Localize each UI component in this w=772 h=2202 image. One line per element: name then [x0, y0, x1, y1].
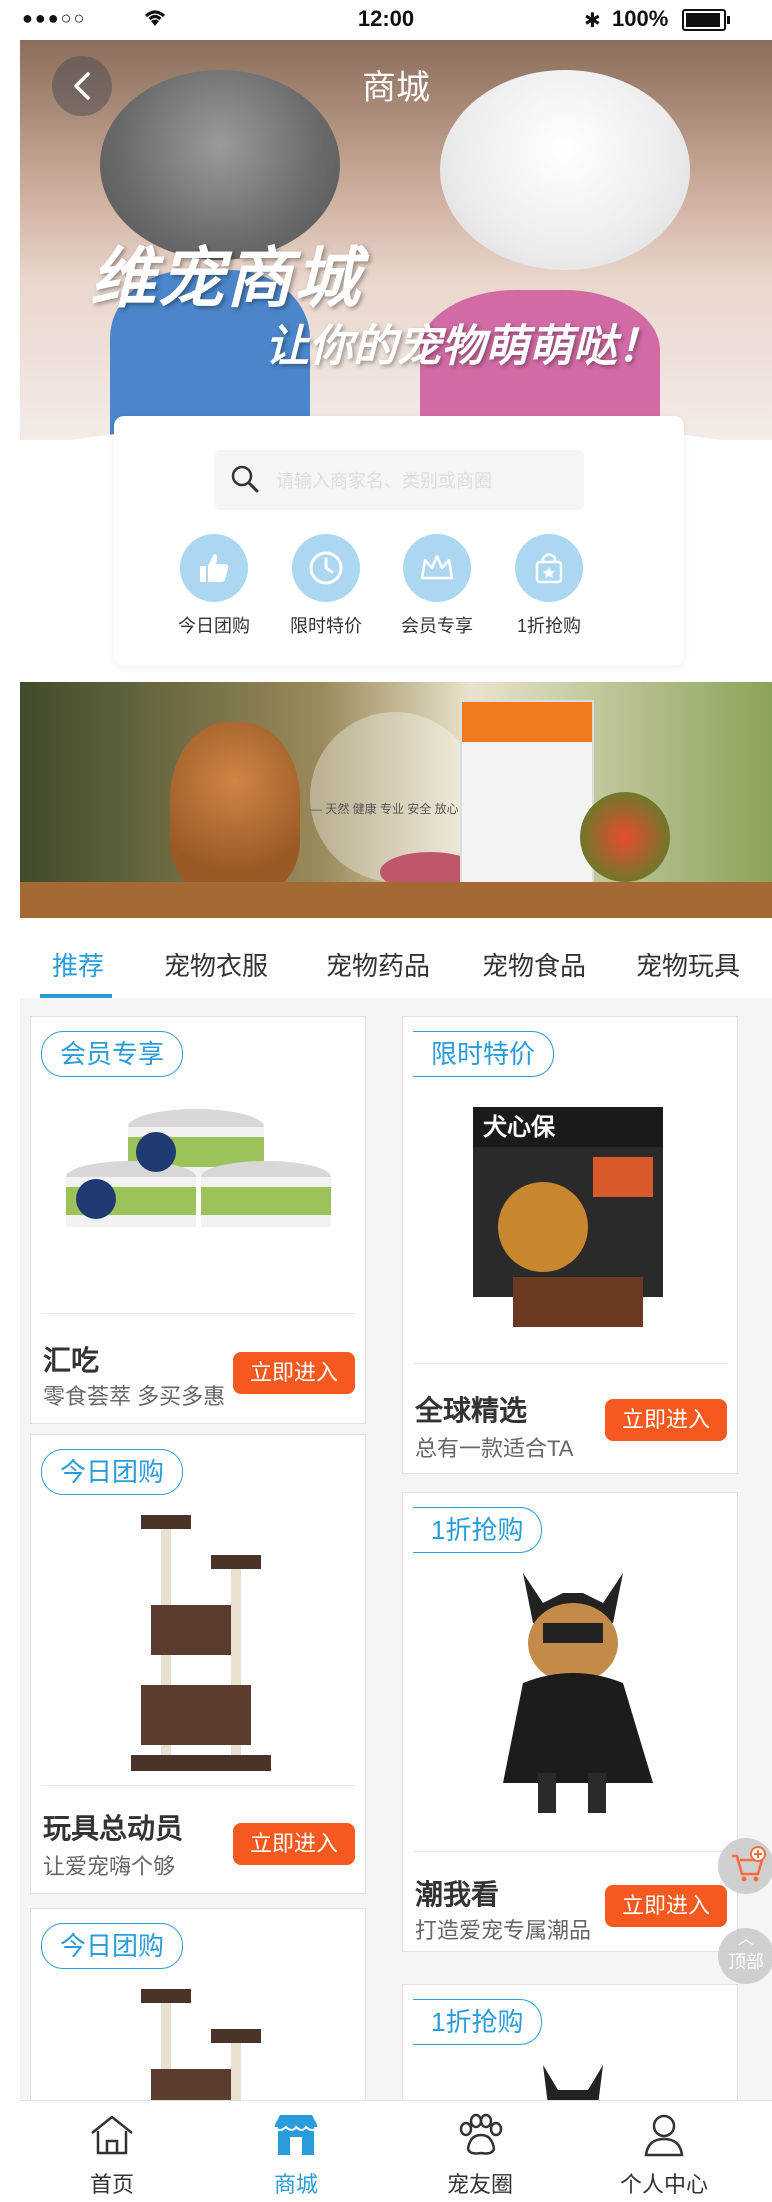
product-grid: 会员专享 汇吃 零食荟萃 多买多惠 立即进入 限时特价 犬心保 全球精选 总有一… [20, 998, 772, 2100]
nav-pet-friends[interactable]: 宠友圈 [400, 2109, 560, 2199]
battery-icon [682, 9, 730, 31]
back-to-top-button[interactable]: ︿ 顶部 [718, 1928, 772, 1984]
thumbs-up-icon [180, 534, 248, 602]
user-icon [638, 2109, 690, 2161]
cat-tree-image [131, 1515, 271, 1771]
tab-pet-clothes[interactable]: 宠物衣服 [164, 946, 268, 983]
product-card-flash-sale[interactable]: 限时特价 犬心保 全球精选 总有一款适合TA 立即进入 [402, 1016, 738, 1474]
search-box[interactable] [214, 450, 584, 510]
status-bar: ●●●○○ 12:00 ✱ 100% [0, 0, 772, 40]
quick-link-group-buy[interactable]: 今日团购 [159, 534, 269, 638]
enter-button[interactable]: 立即进入 [605, 1885, 727, 1927]
nav-home[interactable]: 首页 [32, 2109, 192, 2199]
card-desc: 零食荟萃 多买多惠 [43, 1384, 226, 1409]
category-tabs: 推荐 宠物衣服 宠物药品 宠物食品 宠物玩具 [20, 932, 772, 998]
card-divider [413, 1851, 727, 1852]
quick-link-discount[interactable]: 1折抢购 [494, 534, 604, 638]
quick-link-label: 限时特价 [290, 616, 362, 636]
home-icon [86, 2109, 138, 2161]
cart-plus-icon [732, 1846, 766, 1882]
card-divider [41, 1313, 355, 1314]
quick-link-flash-sale[interactable]: 限时特价 [271, 534, 381, 638]
product-card-discount[interactable]: 1折抢购 潮我看 打造爱宠专属潮品 立即进入 [402, 1492, 738, 1952]
enter-button[interactable]: 立即进入 [605, 1399, 727, 1441]
brown-poodle-image [170, 722, 300, 892]
card-badge: 会员专享 [41, 1031, 184, 1077]
promo-banner[interactable]: — 天然 健康 专业 安全 放心 — [20, 682, 772, 918]
card-badge: 1折抢购 [413, 1507, 543, 1553]
heartgard-box-image: 犬心保 [473, 1107, 663, 1327]
wooden-table [20, 882, 772, 918]
hero-subslogan: 让你的宠物萌萌哒！ [265, 322, 661, 371]
banner-tagline: — 天然 健康 专业 安全 放心 — [310, 802, 475, 816]
nav-profile[interactable]: 个人中心 [584, 2109, 744, 2199]
product-card-group-buy-2[interactable]: 今日团购 [30, 1908, 366, 2100]
enter-button[interactable]: 立即进入 [233, 1352, 355, 1394]
card-name: 玩具总动员 [43, 1813, 184, 1844]
quick-link-member[interactable]: 会员专享 [382, 534, 492, 638]
nav-label: 首页 [89, 2172, 134, 2197]
tab-pet-food[interactable]: 宠物食品 [482, 946, 586, 983]
app-screen: ●●●○○ 12:00 ✱ 100% 维宠商城 让你的宠物萌萌哒！ 商城 请输入… [0, 0, 772, 2202]
search-icon [231, 465, 259, 493]
page-title: 商城 [362, 69, 430, 107]
card-name: 汇吃 [43, 1345, 100, 1376]
card-badge: 限时特价 [413, 1031, 555, 1077]
card-badge: 今日团购 [41, 1923, 184, 1969]
enter-button[interactable]: 立即进入 [233, 1823, 355, 1865]
card-desc: 总有一款适合TA [415, 1436, 574, 1461]
dog-food-bag-image [460, 700, 594, 904]
back-to-top-label: 顶部 [728, 1952, 764, 1972]
pet-food-cans-image [66, 1109, 331, 1227]
nav-store[interactable]: 商城 [216, 2109, 376, 2199]
quick-link-label: 1折抢购 [516, 616, 581, 636]
search-card: 今日团购 限时特价 会员专享 [114, 416, 684, 666]
tab-recommend[interactable]: 推荐 [52, 946, 104, 983]
dog-costume-image [503, 1573, 653, 1813]
chevron-up-icon: ︿ [737, 1931, 754, 1948]
quick-link-label: 会员专享 [401, 616, 473, 636]
crown-icon [403, 534, 471, 602]
vegetables-image [580, 792, 670, 882]
add-to-cart-button[interactable] [718, 1838, 772, 1894]
store-icon [270, 2109, 322, 2161]
nav-label: 个人中心 [619, 2172, 708, 2197]
paw-icon [454, 2109, 506, 2161]
tab-pet-toys[interactable]: 宠物玩具 [636, 946, 740, 983]
bluetooth-icon: ✱ [584, 10, 601, 32]
quick-link-label: 今日团购 [178, 616, 250, 636]
card-badge: 今日团购 [41, 1449, 184, 1495]
nav-label: 商城 [273, 2172, 318, 2197]
battery-percent: 100% [612, 6, 669, 31]
product-card-discount-2[interactable]: 1折抢购 [402, 1984, 738, 2100]
card-divider [41, 1785, 355, 1786]
shopping-bag-icon [515, 534, 583, 602]
hero-slogan: 维宠商城 [90, 241, 362, 315]
bottom-nav: 首页 商城 宠友圈 个人中心 [20, 2100, 772, 2202]
product-card-member[interactable]: 会员专享 汇吃 零食荟萃 多买多惠 立即进入 [30, 1016, 366, 1424]
card-name: 全球精选 [415, 1395, 528, 1426]
card-desc: 打造爱宠专属潮品 [415, 1918, 592, 1943]
card-desc: 让爱宠嗨个够 [43, 1854, 176, 1879]
card-divider [413, 1363, 727, 1364]
tab-pet-medicine[interactable]: 宠物药品 [326, 946, 430, 983]
svg-text:犬心保: 犬心保 [483, 1114, 556, 1141]
nav-label: 宠友圈 [446, 2172, 513, 2197]
dog-costume-image [543, 2065, 603, 2100]
clock-icon [292, 534, 360, 602]
card-badge: 1折抢购 [413, 1999, 543, 2045]
search-input[interactable] [274, 462, 578, 500]
card-name: 潮我看 [415, 1879, 500, 1910]
product-card-group-buy[interactable]: 今日团购 玩具总动员 让爱宠嗨个够 立即进入 [30, 1434, 366, 1894]
cat-tree-image [141, 1989, 261, 2100]
